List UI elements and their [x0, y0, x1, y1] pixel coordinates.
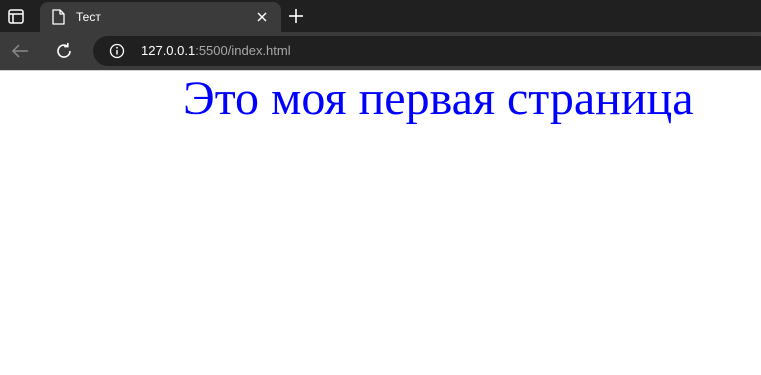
browser-window: Тест 127.0.0.1:5500/index.html Это моя п…: [0, 0, 761, 375]
tab-active[interactable]: Тест: [40, 2, 281, 32]
browser-toolbar: 127.0.0.1:5500/index.html: [0, 32, 761, 70]
address-bar[interactable]: 127.0.0.1:5500/index.html: [93, 36, 761, 66]
close-icon[interactable]: [255, 10, 269, 24]
info-icon[interactable]: [109, 43, 125, 59]
back-arrow-icon[interactable]: [10, 41, 30, 61]
url-path: :5500/index.html: [195, 43, 291, 58]
url-text[interactable]: 127.0.0.1:5500/index.html: [141, 44, 291, 58]
window-menu-icon[interactable]: [6, 7, 26, 25]
document-icon: [51, 9, 65, 25]
tab-strip: Тест: [0, 0, 761, 32]
reload-icon[interactable]: [54, 41, 74, 61]
page-heading: Это моя первая страница: [183, 72, 694, 125]
new-tab-icon[interactable]: [286, 6, 306, 26]
tab-title: Тест: [76, 10, 101, 24]
page-content: Это моя первая страница: [0, 70, 761, 375]
url-host: 127.0.0.1: [141, 43, 196, 58]
